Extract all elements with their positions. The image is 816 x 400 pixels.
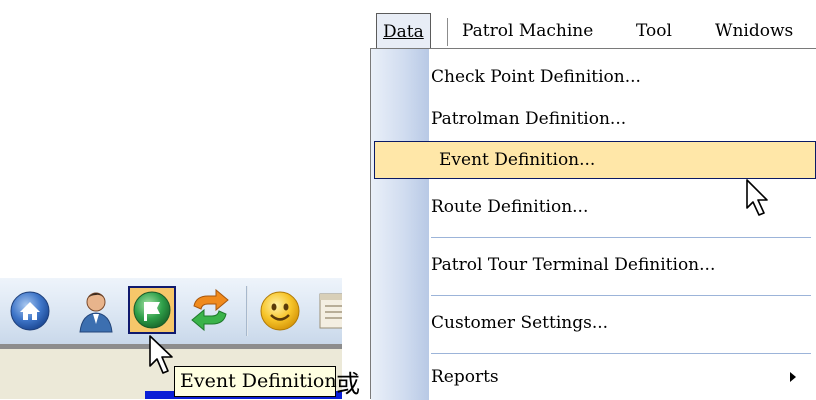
menu-item-customer-settings[interactable]: Customer Settings...: [431, 309, 608, 337]
menu-patrol-machine-label: Patrol Machine: [462, 21, 594, 41]
menu-separator: [431, 295, 811, 296]
refresh-icon[interactable]: [186, 286, 234, 334]
home-icon[interactable]: [6, 286, 54, 334]
menu-data[interactable]: Data: [376, 13, 431, 49]
menu-item-reports[interactable]: Reports: [431, 363, 499, 391]
or-text: 或: [336, 370, 360, 398]
menu-item-patrol-tour-terminal-definition[interactable]: Patrol Tour Terminal Definition...: [431, 251, 715, 279]
menu-tool-label: Tool: [636, 21, 672, 41]
menu-gutter: [371, 49, 429, 400]
user-icon[interactable]: [70, 286, 118, 334]
menu-windows[interactable]: Wnidows: [715, 13, 793, 49]
data-dropdown-menu: Check Point Definition... Patrolman Defi…: [370, 48, 816, 400]
mouse-cursor-icon: [745, 178, 773, 220]
menu-windows-label: Wnidows: [715, 21, 794, 41]
menu-data-label: Data: [383, 22, 424, 42]
menu-separator: [431, 237, 811, 238]
toolbar-separator: [246, 286, 248, 336]
mouse-cursor-icon: [148, 334, 178, 378]
menu-item-route-definition[interactable]: Route Definition...: [431, 193, 588, 221]
menu-item-patrolman-definition[interactable]: Patrolman Definition...: [431, 105, 626, 133]
menu-item-event-definition[interactable]: Event Definition...: [374, 141, 816, 179]
document-icon[interactable]: [316, 286, 342, 334]
menu-separator: [431, 353, 811, 354]
submenu-arrow-icon: [790, 372, 796, 382]
menubar-separator: [447, 18, 448, 46]
menu-patrol-machine[interactable]: Patrol Machine: [462, 13, 593, 49]
event-flag-icon[interactable]: [128, 286, 176, 334]
menu-item-check-point-definition[interactable]: Check Point Definition...: [431, 63, 641, 91]
smiley-icon[interactable]: [256, 286, 304, 334]
tooltip: Event Definition: [174, 366, 337, 397]
menu-tool[interactable]: Tool: [636, 13, 672, 49]
